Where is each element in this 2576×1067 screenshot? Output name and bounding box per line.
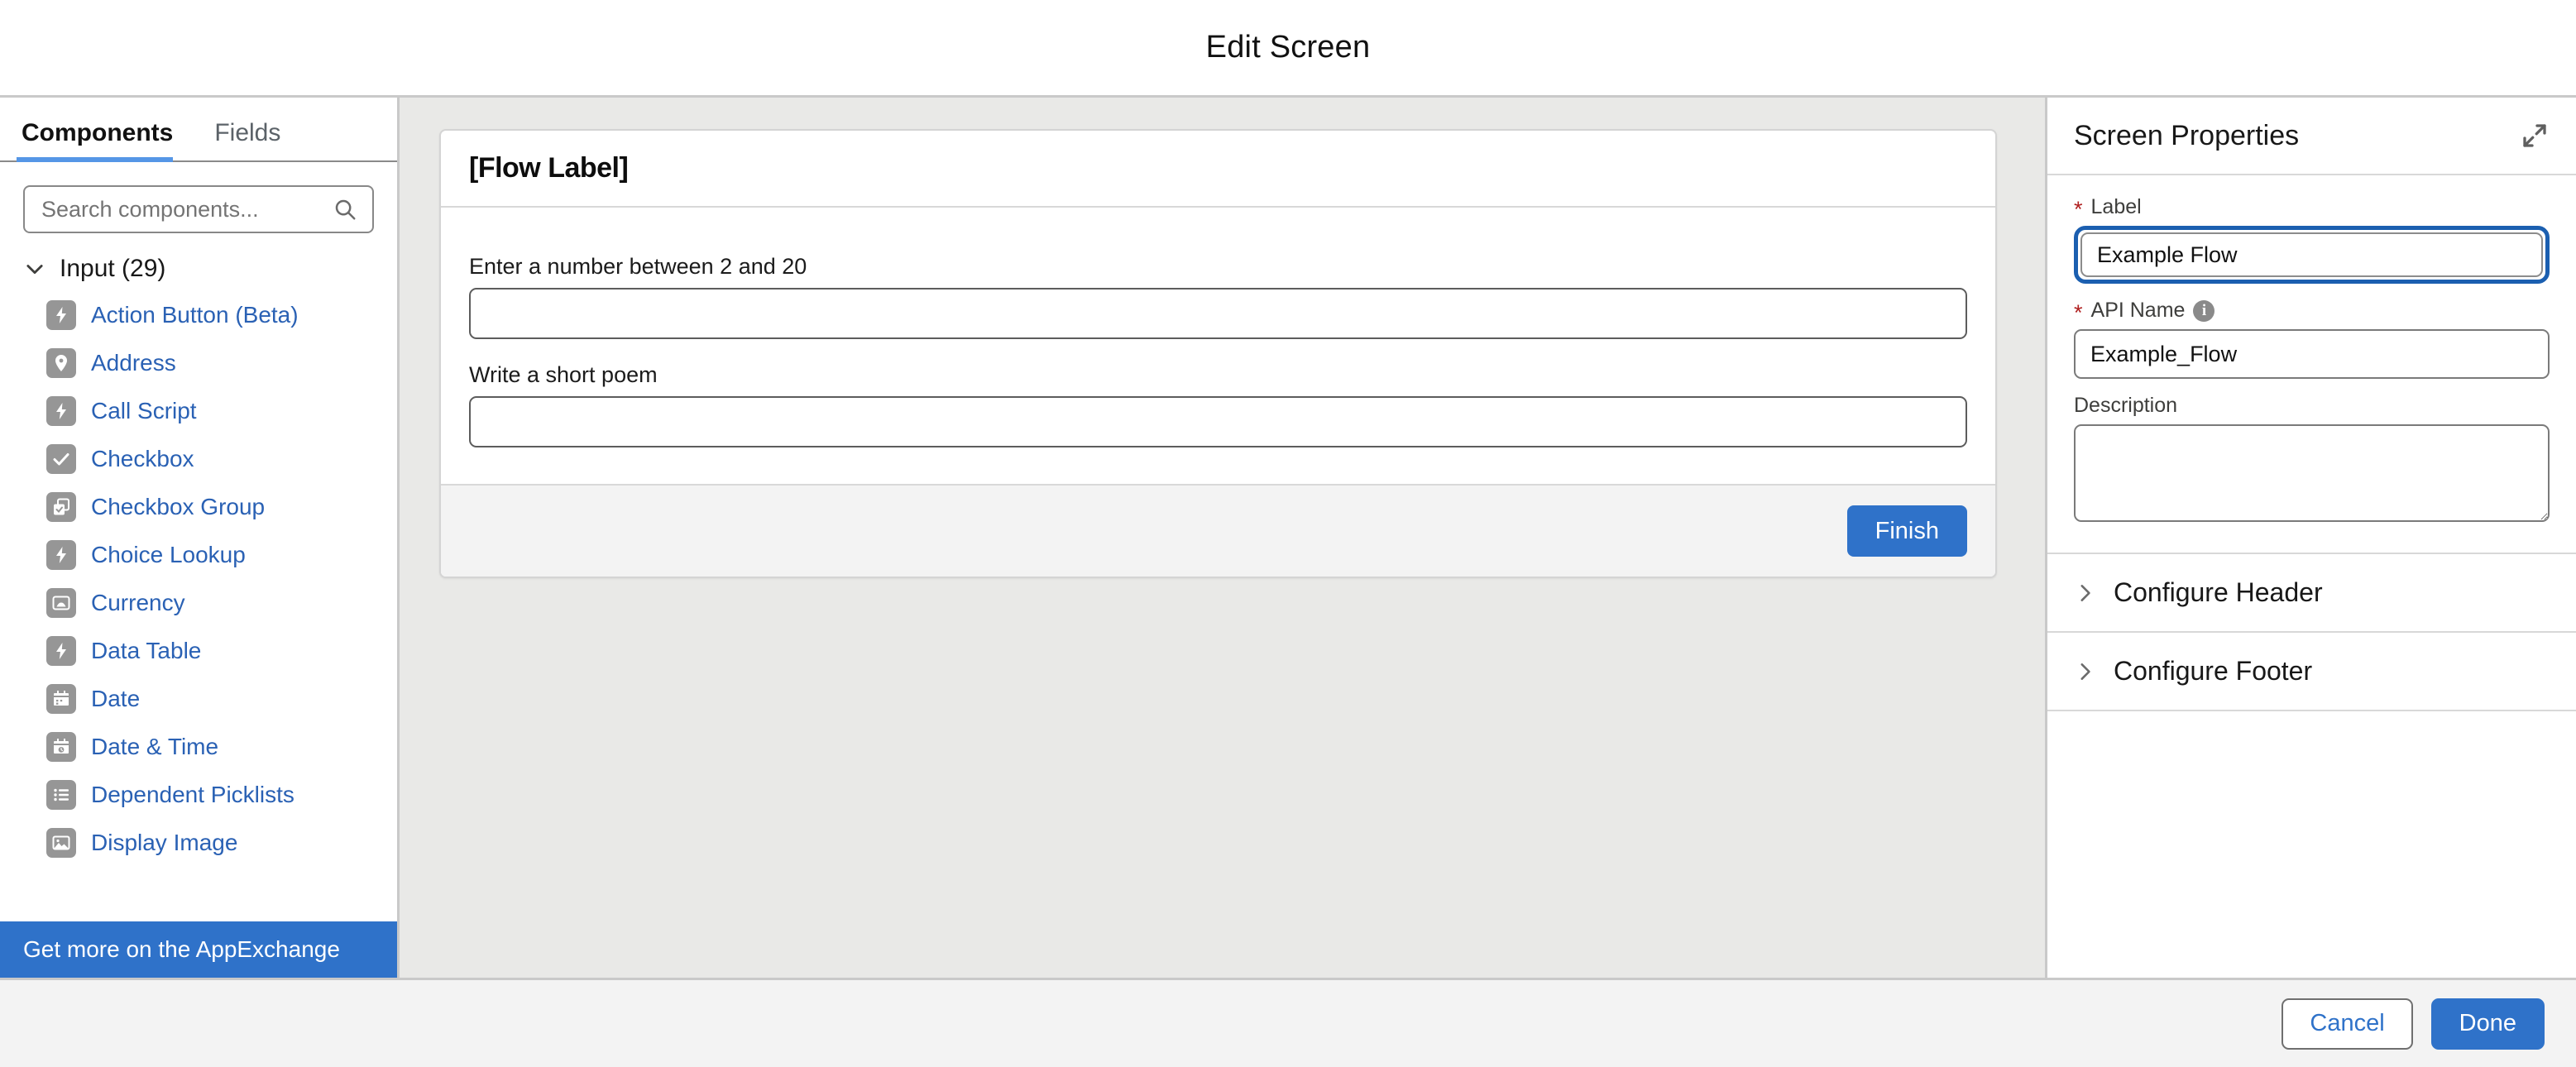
accordion-section-label: Configure Header xyxy=(2114,577,2323,607)
screen-canvas: [Flow Label] Enter a number between 2 an… xyxy=(400,98,2045,978)
component-list-item[interactable]: Date & Time xyxy=(0,723,397,771)
api-name-field-input[interactable] xyxy=(2074,329,2550,379)
required-asterisk: * xyxy=(2074,300,2083,325)
lightning-icon xyxy=(46,396,76,426)
component-list-item[interactable]: Checkbox Group xyxy=(0,483,397,531)
component-list-item[interactable]: Display Image xyxy=(0,819,397,867)
lightning-icon xyxy=(46,540,76,570)
components-panel: Components Fields Search components... I… xyxy=(0,98,400,978)
tab-components[interactable]: Components xyxy=(17,119,193,162)
screen-field-number-input[interactable] xyxy=(469,288,1967,339)
lightning-icon xyxy=(46,636,76,666)
panel-tabs: Components Fields xyxy=(0,98,397,162)
component-list-item[interactable]: Action Button (Beta) xyxy=(0,291,397,339)
flow-screen-footer: Finish xyxy=(441,484,1995,577)
info-icon[interactable]: i xyxy=(2193,299,2215,322)
screen-properties-header: Screen Properties xyxy=(2047,98,2576,175)
label-field-label-text: Label xyxy=(2090,195,2142,218)
component-list-item[interactable]: Call Script xyxy=(0,387,397,435)
screen-properties-title: Screen Properties xyxy=(2074,119,2300,151)
search-box[interactable] xyxy=(23,185,374,233)
section-input-header[interactable]: Input (29) xyxy=(0,248,397,291)
api-name-field-label-text: API Name xyxy=(2090,299,2186,322)
flow-screen-body: Enter a number between 2 and 20 Write a … xyxy=(441,208,1995,484)
component-list-item[interactable]: Dependent Picklists xyxy=(0,771,397,819)
screen-field-poem-input[interactable] xyxy=(469,396,1967,447)
description-field-textarea[interactable] xyxy=(2074,424,2550,522)
component-list-item-label: Data Table xyxy=(91,638,202,663)
currency-icon xyxy=(46,588,76,618)
screen-field-poem: Write a short poem xyxy=(469,362,1967,447)
component-list-item-label: Date xyxy=(91,686,141,711)
accordion-section[interactable]: Configure Header xyxy=(2047,554,2576,633)
component-list-item-label: Currency xyxy=(91,590,185,615)
screen-field-poem-label: Write a short poem xyxy=(469,362,658,387)
component-list-item-label: Display Image xyxy=(91,830,238,855)
check-icon xyxy=(46,444,76,474)
section-input-label: Input (29) xyxy=(60,255,166,282)
chevron-down-icon xyxy=(23,257,46,280)
component-list-item-label: Call Script xyxy=(91,398,197,423)
component-list-item-label: Address xyxy=(91,350,176,376)
modal-footer: Cancel Done xyxy=(0,978,2576,1067)
finish-button[interactable]: Finish xyxy=(1846,505,1967,557)
description-field-label: Description xyxy=(2074,394,2550,418)
expand-diagonal-icon[interactable] xyxy=(2520,121,2550,151)
chevron-right-icon xyxy=(2074,582,2095,604)
component-list-item-label: Choice Lookup xyxy=(91,542,246,567)
label-field-label: * Label xyxy=(2074,195,2550,222)
component-list-item-label: Action Button (Beta) xyxy=(91,302,299,328)
components-list: Action Button (Beta) Address Call Script Ch… xyxy=(0,291,397,867)
api-name-field-label: * API Name i xyxy=(2074,299,2550,325)
component-list-item[interactable]: Currency xyxy=(0,579,397,627)
flow-screen-preview-card: [Flow Label] Enter a number between 2 an… xyxy=(439,129,1997,578)
screen-field-number-label: Enter a number between 2 and 20 xyxy=(469,254,807,279)
chevron-right-icon xyxy=(2074,661,2095,682)
component-list-item[interactable]: Checkbox xyxy=(0,435,397,483)
calendar-icon xyxy=(46,684,76,714)
screen-properties-panel: Screen Properties * Label Example Flow *… xyxy=(2045,98,2576,978)
flow-screen-header: [Flow Label] xyxy=(441,131,1995,208)
cancel-button[interactable]: Cancel xyxy=(2282,998,2413,1050)
done-button[interactable]: Done xyxy=(2430,998,2545,1050)
required-asterisk: * xyxy=(2074,197,2083,222)
checkbox-group-icon xyxy=(46,492,76,522)
label-field-group: * Label xyxy=(2074,195,2550,284)
component-list-item[interactable]: Data Table xyxy=(0,627,397,675)
accordion-section-label: Configure Footer xyxy=(2114,656,2313,686)
screen-field-number: Enter a number between 2 and 20 xyxy=(469,254,1967,339)
location-pin-icon xyxy=(46,348,76,378)
appexchange-button[interactable]: Get more on the AppExchange xyxy=(0,921,397,978)
modal-header: Edit Screen xyxy=(0,0,2576,98)
label-field-focus-ring xyxy=(2074,226,2550,284)
calendar-clock-icon xyxy=(46,732,76,762)
component-list-item-label: Dependent Picklists xyxy=(91,782,294,807)
screen-properties-form: * Label * API Name i xyxy=(2047,175,2576,554)
search-container xyxy=(0,162,397,233)
description-field-group: Description xyxy=(2074,394,2550,526)
component-list-item-label: Date & Time xyxy=(91,734,219,759)
edit-screen-modal: Edit Screen Components Fields Search com… xyxy=(0,0,2576,1067)
tab-fields[interactable]: Fields xyxy=(209,119,300,160)
component-list-item[interactable]: Address xyxy=(0,339,397,387)
page-title: Edit Screen xyxy=(1205,30,1371,65)
components-list-scroll[interactable]: Input (29) Action Button (Beta) Address Ca… xyxy=(0,233,397,921)
description-field-label-text: Description xyxy=(2074,394,2178,417)
flow-label-title: [Flow Label] xyxy=(469,152,629,184)
screen-properties-accordions: Configure Header Configure Footer xyxy=(2047,554,2576,711)
search-icon xyxy=(333,197,357,222)
component-list-item[interactable]: Choice Lookup xyxy=(0,531,397,579)
component-list-item[interactable]: Date xyxy=(0,675,397,723)
label-field-input[interactable] xyxy=(2080,232,2543,277)
component-list-item-label: Checkbox xyxy=(91,446,194,471)
accordion-section[interactable]: Configure Footer xyxy=(2047,633,2576,711)
list-icon xyxy=(46,780,76,810)
lightning-icon xyxy=(46,300,76,330)
component-list-item-label: Checkbox Group xyxy=(91,494,266,519)
modal-body: Components Fields Search components... I… xyxy=(0,98,2576,978)
api-name-field-group: * API Name i xyxy=(2074,299,2550,379)
image-icon xyxy=(46,828,76,858)
search-input[interactable] xyxy=(25,196,372,222)
